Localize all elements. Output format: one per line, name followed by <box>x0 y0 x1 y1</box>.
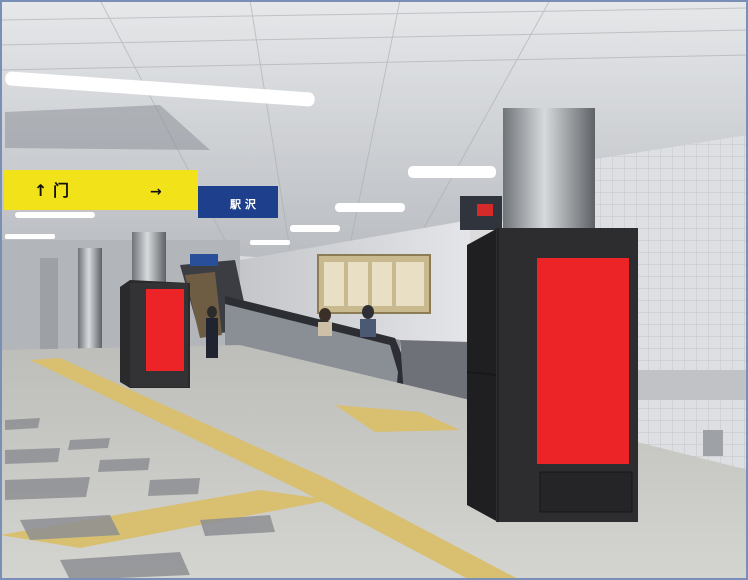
yellow-sign-text: ↑ 门 <box>34 181 69 200</box>
stainless-pillar <box>503 108 595 248</box>
kiosk-base-panel <box>539 471 633 513</box>
ceiling-light <box>5 234 55 239</box>
signage-screen-small <box>146 289 184 371</box>
yellow-sign-arrow: → <box>150 184 162 200</box>
poster-panels <box>324 262 424 306</box>
wall-outlet <box>703 430 723 456</box>
ceiling-light <box>290 225 340 232</box>
blue-sign-text: 駅 沢 <box>229 197 257 211</box>
digital-signage-kiosk-small <box>120 280 190 388</box>
blue-station-sign: 駅 沢 <box>198 186 278 218</box>
ceiling-light <box>15 212 95 218</box>
digital-signage-kiosk-large <box>466 228 638 522</box>
distant-pillar <box>40 258 58 353</box>
distant-pillar <box>78 248 102 358</box>
yellow-direction-sign: ↑ 门 → <box>4 170 198 210</box>
ceiling-light <box>335 203 405 212</box>
ceiling-light <box>408 166 496 178</box>
exit-indicator-light <box>477 204 493 216</box>
small-blue-sign <box>190 254 218 266</box>
subway-concourse-scene: ↑ 门 → 駅 沢 <box>0 0 748 580</box>
ceiling-light <box>250 240 290 245</box>
signage-screen-large <box>537 258 629 464</box>
